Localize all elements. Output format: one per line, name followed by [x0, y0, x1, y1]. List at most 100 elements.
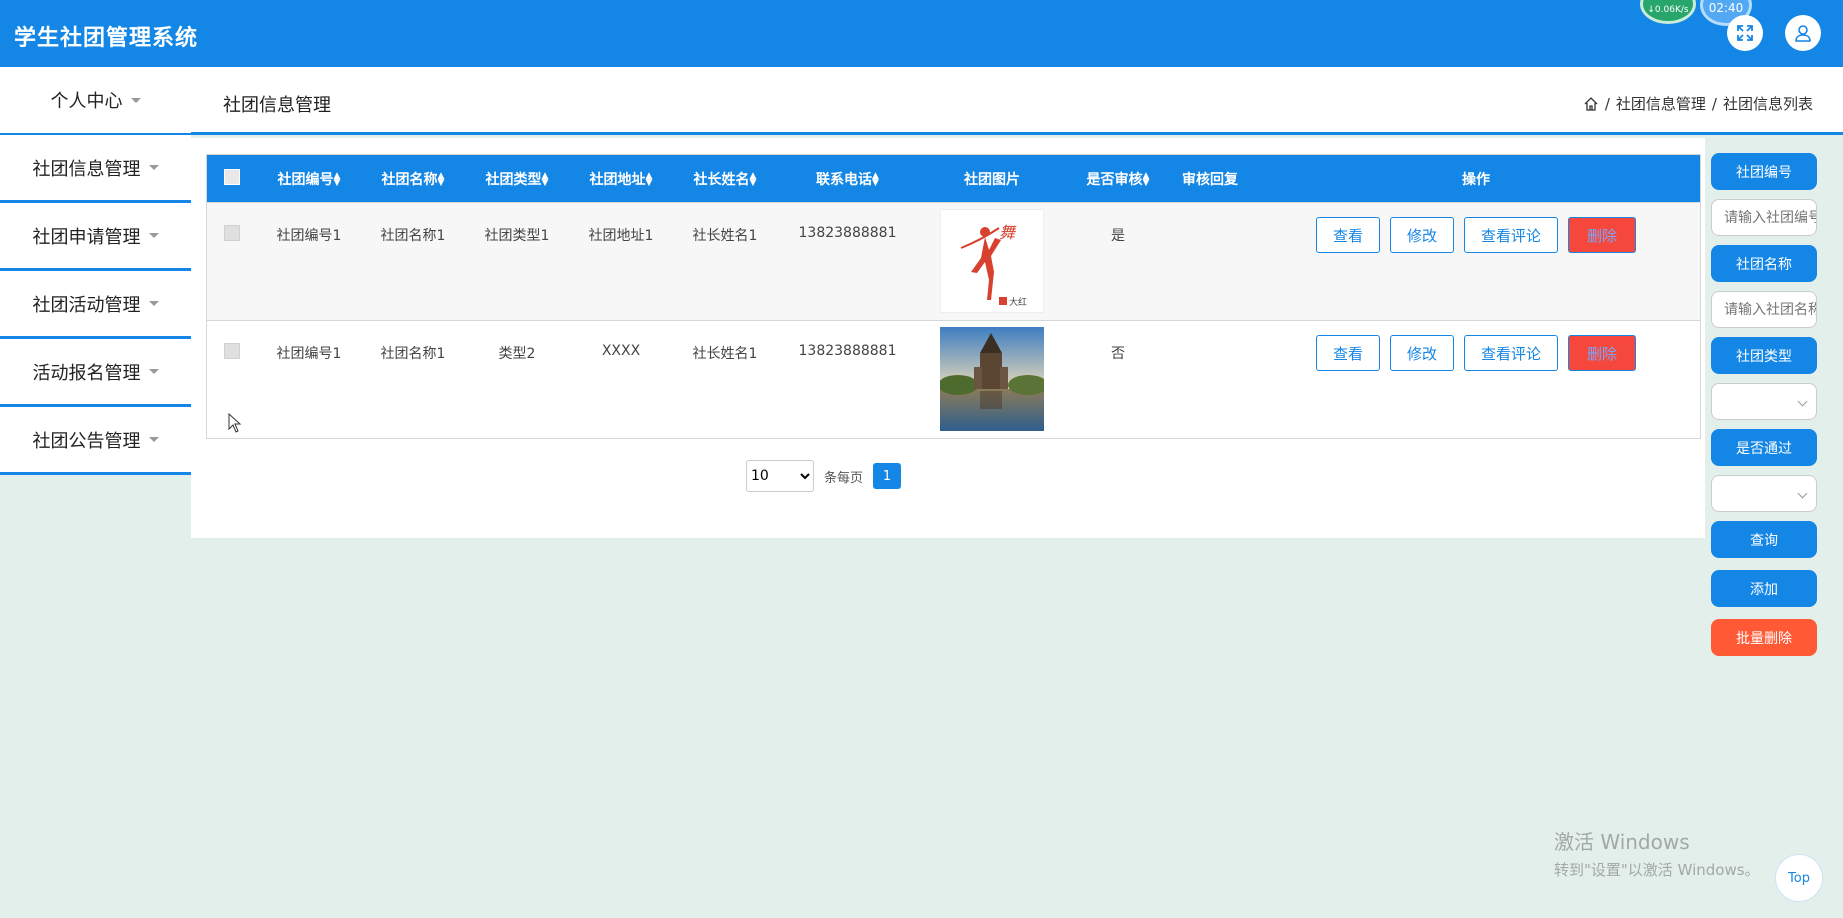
column-header[interactable]: 社团名称▲ ▼ [361, 169, 465, 189]
page-size-select[interactable]: 10 20 50 [746, 460, 814, 492]
club-id-input[interactable] [1711, 199, 1817, 236]
filter-label-id: 社团编号 [1711, 153, 1817, 190]
column-header: 社团图片 [964, 171, 1020, 188]
back-to-top-button[interactable]: Top [1775, 854, 1823, 902]
home-icon[interactable] [1583, 96, 1599, 112]
chevron-down-icon [148, 301, 159, 306]
per-page-label: 条每页 [824, 470, 864, 486]
column-header: 操作 [1462, 171, 1490, 188]
expand-icon [1737, 25, 1753, 41]
cell-type: 社团类型1 [484, 228, 550, 244]
page-number-button[interactable]: 1 [873, 463, 902, 489]
chevron-down-icon [148, 369, 159, 374]
cell-reply [1170, 321, 1250, 343]
sidebar-item-label: 个人中心 [50, 91, 123, 112]
club-image-ballet[interactable]: 舞 大红 [940, 209, 1044, 313]
cell-leader: 社长姓名1 [692, 346, 758, 362]
column-header[interactable]: 社团地址▲ ▼ [569, 169, 673, 189]
sort-icon[interactable]: ▲ ▼ [646, 171, 653, 187]
add-button[interactable]: 添加 [1711, 570, 1817, 607]
cell-name: 社团名称1 [380, 346, 446, 362]
sort-icon[interactable]: ▲ ▼ [872, 171, 879, 187]
view-comments-button[interactable]: 查看评论 [1464, 335, 1559, 371]
club-image-castle[interactable] [938, 327, 1048, 431]
club-name-input[interactable] [1711, 291, 1817, 328]
view-button[interactable]: 查看 [1315, 217, 1380, 253]
sort-icon[interactable]: ▲ ▼ [438, 171, 445, 187]
sidebar-item-activity-signup[interactable]: 活动报名管理 [0, 339, 191, 407]
cell-reply [1170, 203, 1250, 225]
cell-leader: 社长姓名1 [692, 228, 758, 244]
clock-time: 02:40 [1708, 1, 1744, 15]
cell-address: XXXX [601, 343, 641, 359]
sidebar-item-club-info[interactable]: 社团信息管理 [0, 135, 191, 203]
filter-panel: 社团编号 社团名称 社团类型 是否通过 查询 添加 批量删除 [1711, 153, 1817, 668]
breadcrumb: / 社团信息管理 / 社团信息列表 [1583, 93, 1813, 114]
cell-phone: 13823888881 [798, 225, 897, 241]
sidebar-item-personal-center[interactable]: 个人中心 [0, 67, 191, 133]
svg-text:舞: 舞 [999, 223, 1017, 242]
table-row: 社团编号1 社团名称1 类型2 XXXX 社长姓名1 13823888881 否… [207, 320, 1700, 438]
view-button[interactable]: 查看 [1315, 335, 1380, 371]
query-button[interactable]: 查询 [1711, 521, 1817, 558]
filter-label-type: 社团类型 [1711, 337, 1817, 374]
net-speed-widget: ↓0.06K/s [1640, 0, 1696, 24]
page-title: 社团信息管理 [223, 95, 331, 116]
sort-icon[interactable]: ▲ ▼ [1143, 171, 1150, 187]
edit-button[interactable]: 修改 [1389, 335, 1454, 371]
pagination: 10 20 50 条每页 1 [746, 460, 902, 492]
sidebar-item-club-activity[interactable]: 社团活动管理 [0, 271, 191, 339]
column-header[interactable]: 联系电话▲ ▼ [777, 169, 918, 189]
view-comments-button[interactable]: 查看评论 [1464, 217, 1559, 253]
row-checkbox[interactable] [224, 343, 240, 359]
cell-id: 社团编号1 [276, 346, 342, 362]
sidebar-item-label: 活动报名管理 [32, 362, 141, 384]
image-caption: 大红 [1009, 296, 1027, 308]
cell-type: 类型2 [498, 346, 536, 362]
column-header[interactable]: 社团编号▲ ▼ [257, 169, 361, 189]
user-icon [1795, 25, 1811, 42]
windows-activation-watermark: 激活 Windows 转到"设置"以激活 Windows。 [1554, 826, 1760, 880]
chevron-down-icon [148, 165, 159, 170]
chevron-down-icon [130, 97, 141, 103]
sidebar-item-club-application[interactable]: 社团申请管理 [0, 203, 191, 271]
table-row: 社团编号1 社团名称1 社团类型1 社团地址1 社长姓名1 1382388888… [207, 202, 1700, 320]
club-type-select[interactable] [1711, 383, 1817, 420]
fullscreen-button[interactable] [1727, 15, 1763, 51]
cell-reviewed: 否 [1111, 346, 1125, 362]
sidebar-item-label: 社团公告管理 [32, 430, 141, 452]
filter-label-name: 社团名称 [1711, 245, 1817, 282]
mouse-cursor-icon [228, 413, 242, 433]
column-header[interactable]: 是否审核▲ ▼ [1066, 169, 1170, 189]
breadcrumb-item[interactable]: 社团信息管理 [1616, 93, 1706, 114]
cell-phone: 13823888881 [798, 343, 897, 359]
batch-delete-button[interactable]: 批量删除 [1711, 619, 1817, 656]
edit-button[interactable]: 修改 [1389, 217, 1454, 253]
chevron-down-icon [148, 437, 159, 442]
column-header[interactable]: 社团类型▲ ▼ [465, 169, 569, 189]
user-button[interactable] [1785, 15, 1821, 51]
delete-button[interactable]: 删除 [1568, 217, 1637, 253]
breadcrumb-separator: / [1604, 94, 1610, 113]
app-title: 学生社团管理系统 [14, 26, 199, 51]
sidebar-item-label: 社团活动管理 [32, 294, 141, 316]
top-bar: 学生社团管理系统 ↓0.06K/s 02:40 [0, 0, 1843, 67]
sidebar-item-club-notice[interactable]: 社团公告管理 [0, 407, 191, 475]
select-all-checkbox[interactable] [224, 168, 240, 185]
sort-icon[interactable]: ▲ ▼ [334, 171, 341, 187]
row-checkbox[interactable] [224, 225, 240, 241]
sort-icon[interactable]: ▲ ▼ [750, 171, 757, 187]
cell-name: 社团名称1 [380, 228, 446, 244]
sort-icon[interactable]: ▲ ▼ [542, 171, 549, 187]
cell-id: 社团编号1 [276, 228, 342, 244]
watermark-line1: 激活 Windows [1554, 830, 1690, 854]
column-header[interactable]: 社长姓名▲ ▼ [673, 169, 777, 189]
sidebar: 个人中心 社团信息管理 社团申请管理 社团活动管理 活动报名管理 社团公告管理 [0, 67, 191, 475]
content-header: 社团信息管理 / 社团信息管理 / 社团信息列表 [191, 67, 1843, 135]
watermark-line2: 转到"设置"以激活 Windows。 [1554, 861, 1760, 879]
delete-button[interactable]: 删除 [1568, 335, 1637, 371]
sidebar-item-label: 社团信息管理 [32, 158, 141, 180]
filter-label-pass: 是否通过 [1711, 429, 1817, 466]
cell-address: 社团地址1 [588, 228, 654, 244]
pass-status-select[interactable] [1711, 475, 1817, 512]
